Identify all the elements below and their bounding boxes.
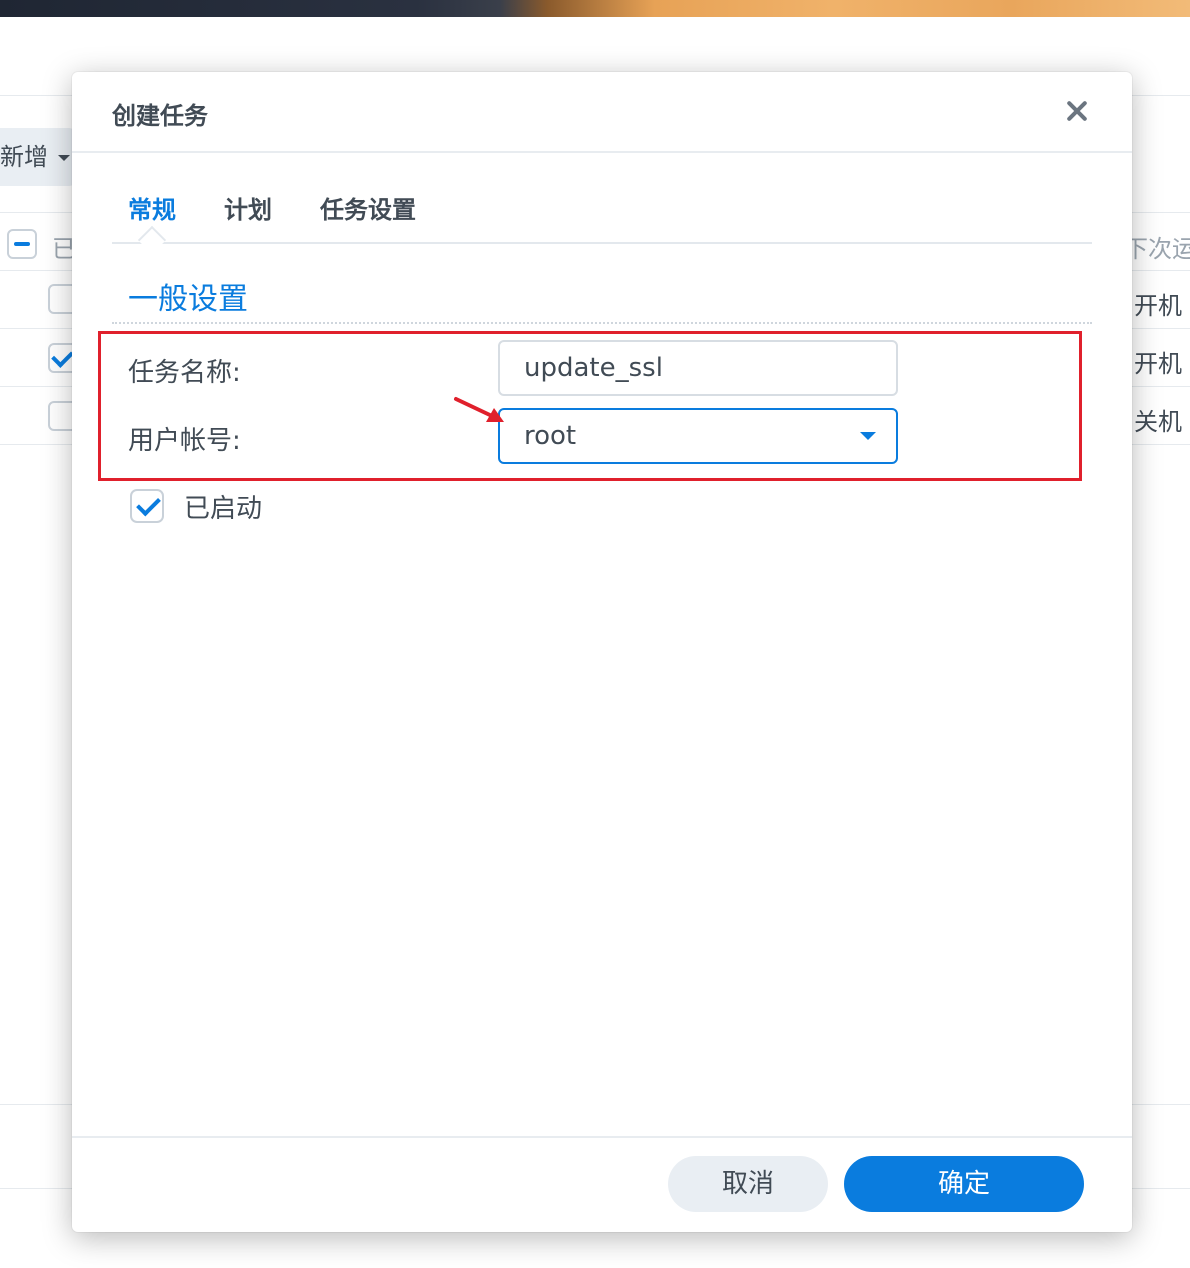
create-task-dialog: 创建任务 常规 计划 任务设置 一般设置 任务名称: update_ssl 用户…: [72, 72, 1132, 1232]
task-name-input[interactable]: update_ssl: [498, 340, 898, 396]
dialog-title: 创建任务: [112, 102, 208, 130]
ok-button[interactable]: 确定: [844, 1156, 1084, 1212]
section-divider: [112, 322, 1092, 324]
caret-down-icon: [58, 155, 70, 161]
new-button[interactable]: 新增: [0, 128, 75, 186]
user-account-select[interactable]: root: [498, 408, 898, 464]
chevron-down-icon: [860, 432, 876, 440]
user-account-value: root: [524, 421, 577, 451]
row-event-text: 关机: [1134, 408, 1182, 436]
enabled-label: 已启动: [184, 494, 263, 524]
active-tab-indicator: [137, 225, 167, 255]
user-account-label: 用户帐号:: [128, 426, 241, 456]
enabled-checkbox[interactable]: [130, 489, 164, 523]
annotation-arrow-icon: [454, 397, 504, 422]
tab-schedule[interactable]: 计划: [224, 190, 272, 225]
row-event-text: 开机: [1134, 350, 1182, 378]
new-button-label: 新增: [0, 143, 48, 171]
top-banner-image: [0, 0, 1190, 17]
tab-general[interactable]: 常规: [128, 190, 176, 225]
footer-divider: [72, 1136, 1132, 1138]
section-title: 一般设置: [128, 282, 248, 317]
select-all-checkbox[interactable]: [7, 229, 37, 259]
row-event-text: 开机: [1134, 292, 1182, 320]
dialog-header: 创建任务: [72, 72, 1132, 153]
tab-bar: 常规 计划 任务设置: [112, 190, 1092, 255]
cancel-button[interactable]: 取消: [668, 1156, 828, 1212]
close-icon[interactable]: [1062, 96, 1092, 126]
column-header-next-run: 下次运: [1124, 235, 1190, 263]
task-name-label: 任务名称:: [128, 358, 241, 388]
tab-task-settings[interactable]: 任务设置: [320, 190, 416, 225]
